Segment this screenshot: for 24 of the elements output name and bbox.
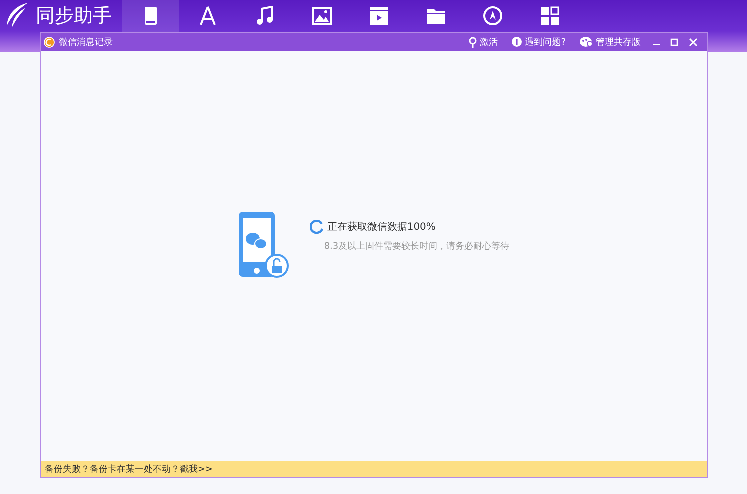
apps-icon: [198, 6, 218, 26]
status-text: 正在获取微信数据100%: [327, 220, 436, 234]
toolbar-link[interactable]: 遇到问题?: [507, 36, 571, 48]
help-link-bar[interactable]: 备份失败？备份卡在某一处不动？戳我>>: [41, 461, 707, 477]
minimize-icon: [653, 44, 660, 46]
dialog-title: 微信消息记录: [59, 36, 113, 48]
music-icon: [254, 6, 274, 26]
toolbar-link[interactable]: 管理共存版: [575, 36, 646, 48]
photos-icon: [312, 6, 332, 26]
toolbar-link[interactable]: 激活: [464, 36, 504, 48]
files-icon: [426, 6, 446, 26]
video-icon: [368, 6, 388, 26]
spinner-icon: [310, 220, 324, 234]
close-icon: [689, 38, 698, 46]
maximize-icon: [670, 38, 679, 46]
tools-icon: [540, 6, 560, 26]
nav-tab[interactable]: [122, 0, 179, 32]
phone-chat-lock-icon: [238, 211, 290, 281]
logo-text: 同步助手: [36, 4, 112, 29]
palette-icon: [580, 37, 593, 47]
hint-text: 8.3及以上固件需要较长时间，请务必耐心等待: [323, 240, 510, 252]
logo-icon: [4, 2, 30, 30]
help-icon: [512, 37, 522, 47]
pin-icon: [469, 36, 478, 48]
